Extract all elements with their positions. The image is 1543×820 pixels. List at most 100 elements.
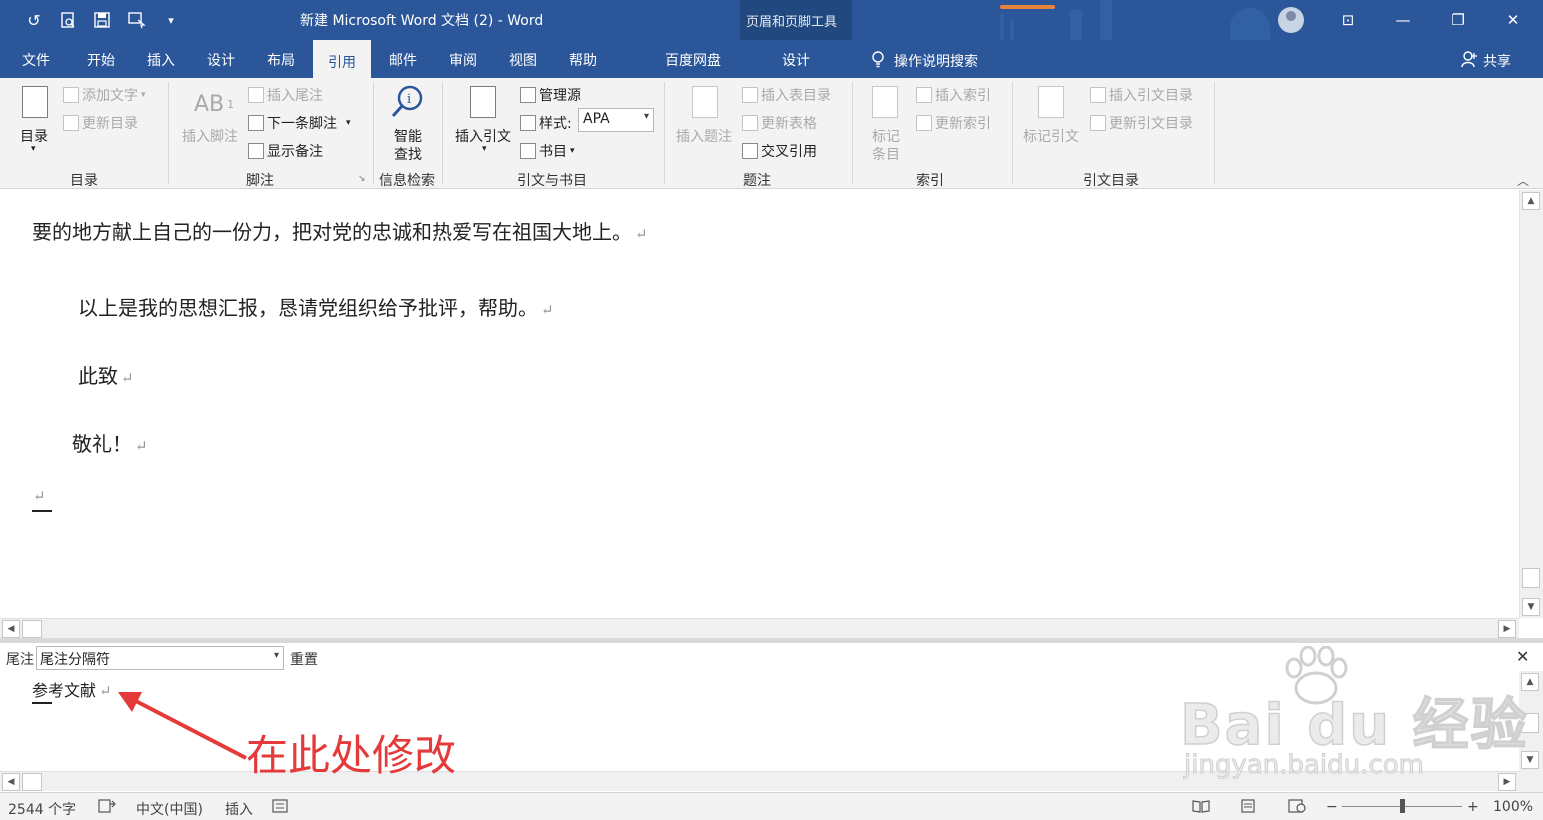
endnote-pane-label: 尾注 [6,652,34,668]
style-label: 样式: [520,113,572,133]
scroll-left-icon[interactable]: ◀ [2,620,20,638]
ribbon-display-icon[interactable]: ⊡ [1326,6,1370,34]
tell-me-search[interactable]: 操作说明搜索 [870,50,978,72]
update-table-icon [742,115,758,131]
document-area[interactable]: 要的地方献上自己的一份力，把对党的忠诚和热爱写在祖国大地上。 ↵ 以上是我的思想汇… [0,190,1519,618]
tab-home[interactable]: 开始 [73,40,129,78]
share-button[interactable]: 共享 [1460,50,1511,72]
toc-dropdown-icon[interactable]: ▾ [31,144,36,154]
update-table-button[interactable]: 更新表格 [742,113,817,133]
tab-layout[interactable]: 布局 [253,40,309,78]
web-layout-icon[interactable] [1288,799,1306,817]
citation-style-value: APA [583,111,610,127]
insert-toa-icon [1090,87,1106,103]
next-footnote-button[interactable]: 下一条脚注 ▾ [248,113,351,133]
bibliography-button[interactable]: 书目 ▾ [520,141,575,161]
tab-references[interactable]: 引用 [313,40,371,78]
insert-index-button[interactable]: 插入索引 [916,85,991,105]
customize-qat-icon[interactable]: ▾ [164,9,178,31]
close-pane-icon[interactable]: ✕ [1516,647,1529,666]
macro-record-icon[interactable] [272,799,288,817]
restore-button[interactable]: ❐ [1436,6,1480,34]
add-text-button[interactable]: 添加文字 ▾ [63,85,146,105]
insert-caption-button[interactable]: 插入题注 [676,126,732,146]
minimize-button[interactable]: — [1381,6,1425,34]
insert-toa-button[interactable]: 插入引文目录 [1090,85,1193,105]
manage-sources-button[interactable]: 管理源 [520,85,581,105]
scroll-up-icon[interactable]: ▲ [1522,192,1540,210]
tab-design[interactable]: 设计 [193,40,249,78]
status-bar: 2544 个字 中文(中国) 插入 − + 100% [0,792,1543,820]
cross-reference-button[interactable]: 交叉引用 [742,141,817,161]
scroll-down-icon[interactable]: ▼ [1522,598,1540,616]
footnote-launcher-icon[interactable]: ↘ [358,174,366,184]
decor-bar [1100,0,1112,40]
table-of-figures-icon [742,87,758,103]
scroll-left-icon[interactable]: ◀ [2,773,20,791]
print-preview-icon[interactable] [58,9,78,31]
lightbulb-icon [870,50,886,72]
zoom-out-button[interactable]: − [1326,799,1338,815]
scroll-right-icon[interactable]: ▶ [1498,620,1516,638]
smart-lookup-icon: i [390,84,426,124]
show-notes-button[interactable]: 显示备注 [248,141,323,161]
mark-entry-label-1[interactable]: 标记 [872,126,900,146]
mark-entry-label-2[interactable]: 条目 [872,144,900,164]
zoom-level[interactable]: 100% [1493,799,1533,815]
hscroll-thumb[interactable] [22,773,42,791]
proofing-icon[interactable] [98,799,116,817]
document-scrollbar[interactable]: ▲ ▼ [1519,190,1543,618]
user-avatar[interactable] [1278,7,1304,33]
zoom-in-button[interactable]: + [1467,799,1479,815]
smart-lookup-label-2[interactable]: 查找 [394,144,422,164]
citation-style-select[interactable]: APA ▾ [578,108,654,132]
hscroll-thumb[interactable] [22,620,42,638]
smart-lookup-label-1[interactable]: 智能 [394,126,422,146]
tab-baidu-netdisk[interactable]: 百度网盘 [655,40,731,78]
word-count[interactable]: 2544 个字 [8,799,76,819]
citation-dropdown-icon[interactable]: ▾ [482,144,487,154]
collapse-ribbon-icon[interactable]: ︿ [1517,172,1529,189]
update-toa-button[interactable]: 更新引文目录 [1090,113,1193,133]
tab-insert[interactable]: 插入 [133,40,189,78]
tab-file[interactable]: 文件 [8,40,64,78]
scroll-thumb[interactable] [1522,568,1540,588]
zoom-slider-thumb[interactable] [1400,799,1405,813]
tell-me-label: 操作说明搜索 [894,54,978,70]
insert-table-of-figures-button[interactable]: 插入表目录 [742,85,831,105]
add-text-icon [63,87,79,103]
save-icon[interactable] [92,9,112,31]
update-toc-button[interactable]: 更新目录 [63,113,138,133]
tab-review[interactable]: 审阅 [435,40,491,78]
print-layout-icon[interactable] [1240,799,1256,817]
insert-index-label: 插入索引 [935,88,991,104]
bibliography-label: 书目 [539,144,567,160]
group-separator [168,82,169,184]
document-hscrollbar[interactable]: ◀ ▶ [0,618,1519,638]
group-label-captions: 题注 [743,173,771,189]
update-index-button[interactable]: 更新索引 [916,113,991,133]
scroll-right-icon[interactable]: ▶ [1498,773,1516,791]
next-footnote-icon [248,115,264,131]
tab-header-footer-design[interactable]: 设计 [768,40,824,78]
tab-view[interactable]: 视图 [495,40,551,78]
tab-help[interactable]: 帮助 [555,40,611,78]
close-window-button[interactable]: ✕ [1491,6,1535,34]
undo-icon[interactable]: ↺ [24,9,44,31]
insert-citation-button[interactable]: 插入引文 [455,126,511,146]
touch-mode-icon[interactable] [126,9,148,31]
endnote-type-select[interactable]: 尾注分隔符 ▾ [36,646,284,670]
insert-mode-indicator[interactable]: 插入 [225,799,253,819]
tab-mailings[interactable]: 邮件 [375,40,431,78]
cross-reference-icon [742,143,758,159]
language-indicator[interactable]: 中文(中国) [136,799,203,819]
mark-citation-button[interactable]: 标记引文 [1023,126,1079,146]
decor-bar [1070,10,1082,40]
insert-endnote-button[interactable]: 插入尾注 [248,85,323,105]
read-mode-icon[interactable] [1192,799,1210,817]
insert-footnote-button[interactable]: 插入脚注 [182,126,238,146]
style-label-text: 样式: [539,116,572,132]
bibliography-icon [520,143,536,159]
reset-button[interactable]: 重置 [290,649,318,669]
toc-button[interactable]: 目录 [20,126,48,146]
